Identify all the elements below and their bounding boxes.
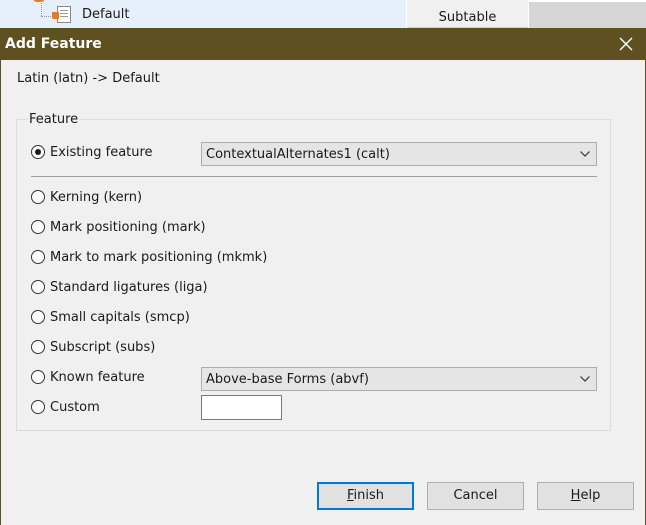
radio-indicator bbox=[31, 250, 45, 264]
mkmk-radio[interactable]: Mark to mark positioning (mkmk) bbox=[31, 247, 267, 267]
dialog-title: Add Feature bbox=[5, 36, 102, 52]
radio-indicator bbox=[31, 310, 45, 324]
help-mnemonic: H bbox=[570, 488, 581, 503]
help-label: elp bbox=[580, 488, 601, 503]
radio-label: Known feature bbox=[50, 369, 145, 385]
existing-feature-radio[interactable]: Existing feature bbox=[31, 142, 153, 162]
close-icon bbox=[619, 37, 633, 51]
lookup-icon bbox=[57, 6, 71, 23]
custom-radio[interactable]: Custom bbox=[31, 397, 100, 417]
custom-feature-input[interactable] bbox=[201, 395, 282, 420]
radio-indicator bbox=[31, 190, 45, 204]
tree-item-default[interactable]: Default bbox=[0, 0, 406, 28]
select-value: ContextualAlternates1 (calt) bbox=[206, 147, 390, 162]
known-feature-radio[interactable]: Known feature bbox=[31, 367, 145, 387]
radio-label: Mark positioning (mark) bbox=[50, 219, 206, 235]
add-feature-dialog: Add Feature Latin (latn) -> Default Feat… bbox=[0, 28, 646, 525]
radio-label: Subscript (subs) bbox=[50, 339, 156, 355]
tree-parent-icon bbox=[33, 0, 45, 2]
tab-subtable[interactable]: Subtable bbox=[407, 0, 528, 28]
radio-indicator bbox=[31, 370, 45, 384]
radio-label: Kerning (kern) bbox=[50, 189, 143, 205]
radio-indicator bbox=[31, 400, 45, 414]
radio-label: Small capitals (smcp) bbox=[50, 309, 190, 325]
feature-group-title: Feature bbox=[28, 112, 80, 127]
separator bbox=[31, 176, 597, 177]
tree-connector bbox=[41, 0, 42, 16]
tab-inactive[interactable] bbox=[529, 2, 646, 28]
select-value: Above-base Forms (abvf) bbox=[206, 372, 369, 387]
cancel-label: Cancel bbox=[453, 488, 498, 503]
tab-subtable-label: Subtable bbox=[438, 10, 497, 25]
close-button[interactable] bbox=[616, 34, 636, 54]
finish-label: inish bbox=[353, 488, 385, 503]
help-button[interactable]: Help bbox=[537, 482, 634, 510]
chevron-down-icon bbox=[580, 376, 590, 382]
radio-label: Standard ligatures (liga) bbox=[50, 279, 208, 295]
lookup-badge-icon bbox=[52, 12, 59, 19]
liga-radio[interactable]: Standard ligatures (liga) bbox=[31, 277, 208, 297]
radio-indicator bbox=[31, 145, 45, 159]
finish-button[interactable]: Finish bbox=[317, 482, 414, 510]
kern-radio[interactable]: Kerning (kern) bbox=[31, 187, 142, 207]
radio-indicator bbox=[31, 340, 45, 354]
radio-indicator bbox=[31, 280, 45, 294]
radio-label: Custom bbox=[50, 399, 100, 415]
background-app: Default Subtable bbox=[0, 0, 646, 28]
mark-radio[interactable]: Mark positioning (mark) bbox=[31, 217, 206, 237]
subs-radio[interactable]: Subscript (subs) bbox=[31, 337, 155, 357]
smcp-radio[interactable]: Small capitals (smcp) bbox=[31, 307, 190, 327]
radio-label: Mark to mark positioning (mkmk) bbox=[50, 249, 268, 265]
cancel-button[interactable]: Cancel bbox=[427, 482, 524, 510]
script-language-path: Latin (latn) -> Default bbox=[17, 71, 160, 86]
existing-feature-select[interactable]: ContextualAlternates1 (calt) bbox=[201, 142, 597, 166]
chevron-down-icon bbox=[580, 151, 590, 157]
known-feature-select[interactable]: Above-base Forms (abvf) bbox=[201, 367, 597, 391]
radio-label: Existing feature bbox=[50, 144, 153, 160]
dialog-title-bar[interactable]: Add Feature bbox=[0, 28, 646, 60]
tree-item-label: Default bbox=[82, 7, 130, 22]
radio-indicator bbox=[31, 220, 45, 234]
